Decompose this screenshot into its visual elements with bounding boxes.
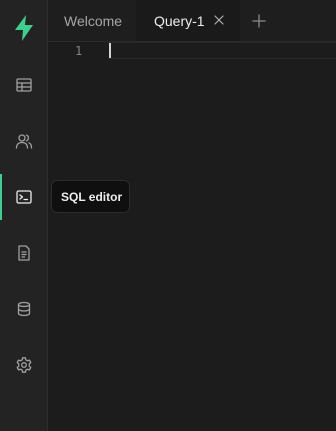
add-tab-button[interactable]: [240, 0, 278, 41]
sidebar-item-table-editor[interactable]: [0, 62, 47, 108]
supabase-logo[interactable]: [12, 14, 36, 42]
sql-editor-area[interactable]: 1: [48, 42, 336, 431]
terminal-icon: [15, 190, 32, 204]
tab-label: Welcome: [64, 12, 123, 29]
text-cursor: [109, 43, 111, 58]
current-line-highlight: [108, 42, 336, 59]
sidebar-item-settings[interactable]: [0, 342, 47, 388]
tab-query-1[interactable]: Query-1: [136, 0, 240, 41]
table-icon: [15, 78, 32, 92]
sidebar-item-database[interactable]: [0, 286, 47, 332]
tab-bar: Welcome Query-1: [48, 0, 336, 42]
plus-icon: [252, 13, 266, 28]
sql-editor-tooltip: SQL editor: [51, 180, 130, 213]
tab-label: Query-1: [154, 12, 205, 29]
tab-welcome[interactable]: Welcome: [48, 0, 136, 41]
line-number: 1: [75, 44, 83, 58]
close-icon[interactable]: [213, 14, 225, 26]
sidebar-item-sql-editor[interactable]: [0, 174, 47, 220]
users-icon: [15, 134, 32, 149]
sidebar-item-docs[interactable]: [0, 230, 47, 276]
sidebar: [0, 0, 48, 431]
editor-gutter: 1: [48, 42, 108, 59]
gear-icon: [16, 357, 31, 373]
sidebar-item-authentication[interactable]: [0, 118, 47, 164]
database-icon: [17, 301, 30, 317]
tooltip-label: SQL editor: [61, 189, 123, 204]
document-icon: [17, 245, 30, 261]
